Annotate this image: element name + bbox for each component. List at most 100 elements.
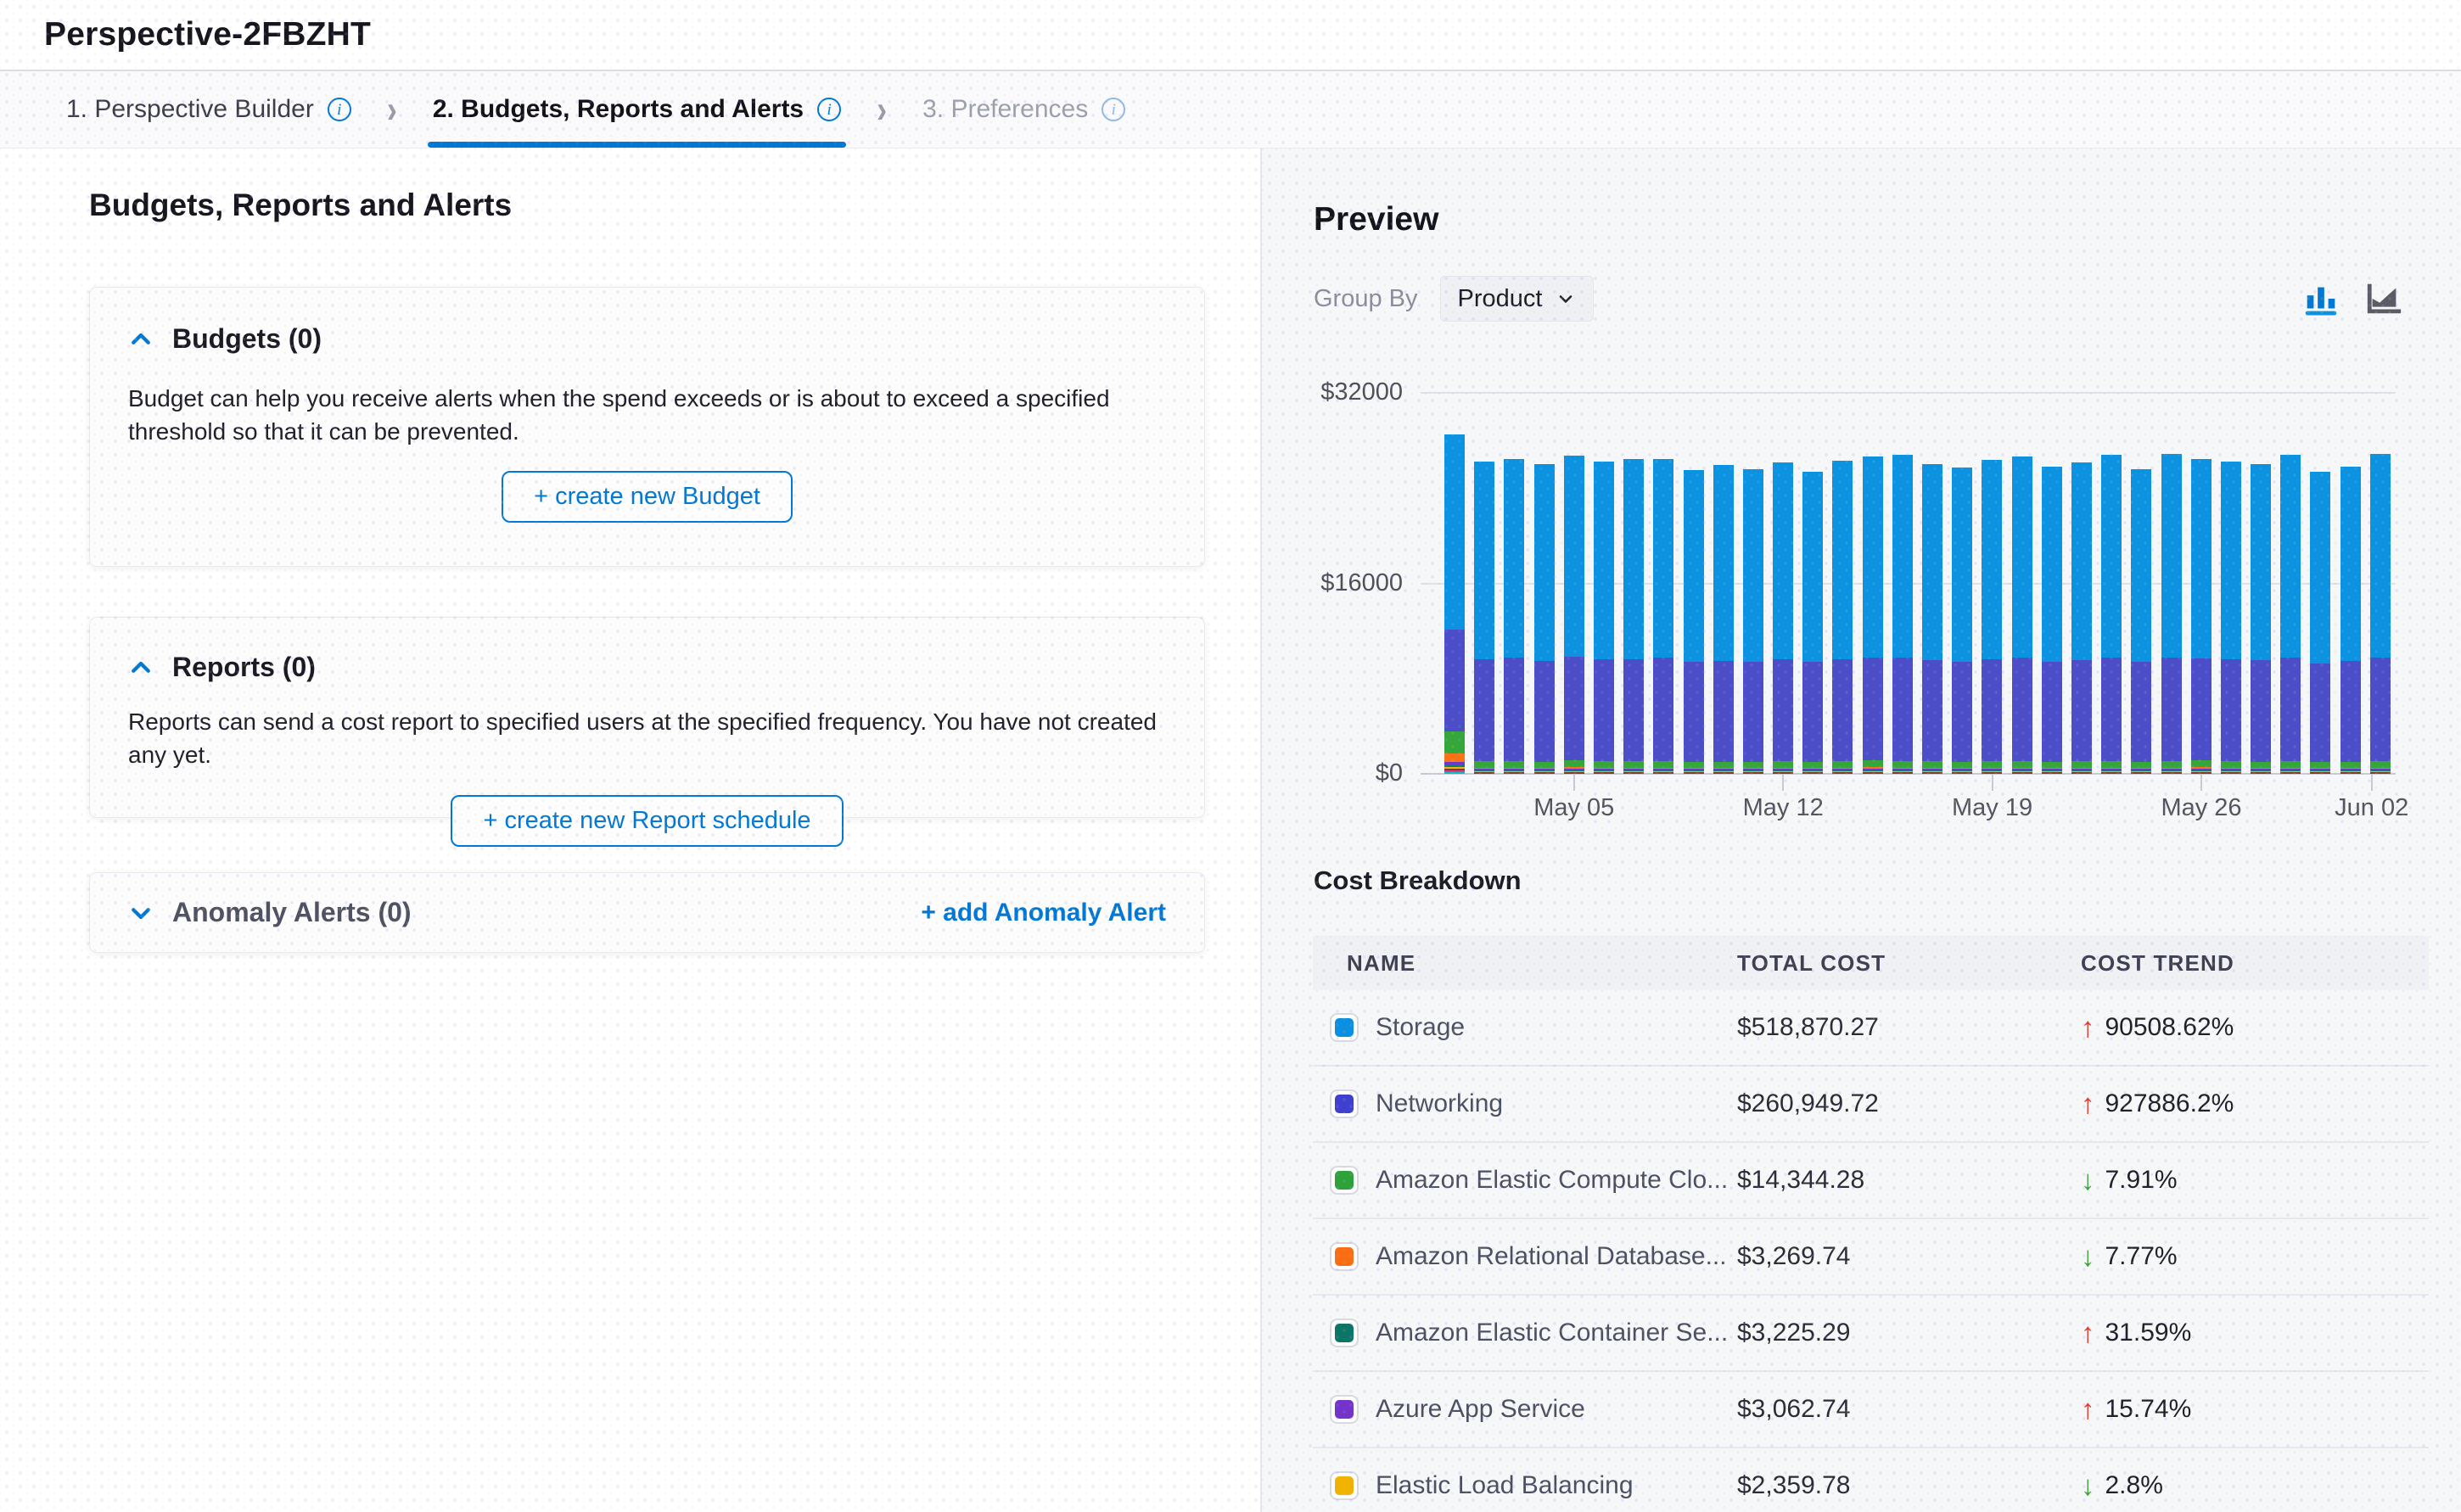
row-total-cost: $3,062.74 xyxy=(1737,1395,2081,1424)
budgets-card-header[interactable]: Budgets (0) xyxy=(90,288,1204,355)
chart-bar[interactable] xyxy=(1444,434,1465,774)
create-budget-button[interactable]: + create new Budget xyxy=(502,471,793,523)
tab-perspective-builder[interactable]: 1. Perspective Builder i xyxy=(66,71,351,148)
chart-bar[interactable] xyxy=(1863,456,1883,774)
row-trend-value: 2.8% xyxy=(2105,1471,2163,1500)
chevron-down-icon[interactable] xyxy=(128,900,154,926)
bar-segment-storage xyxy=(1474,462,1494,659)
chevron-up-icon[interactable] xyxy=(128,655,154,680)
legend-swatch xyxy=(1335,1018,1354,1037)
chart-bar[interactable] xyxy=(2251,464,2271,774)
bar-segment-storage xyxy=(2042,467,2062,662)
bar-segment-ec2 xyxy=(1952,762,1972,769)
info-icon[interactable]: i xyxy=(1102,98,1125,121)
chart-bar[interactable] xyxy=(2221,462,2241,774)
bar-segment-networking xyxy=(1534,661,1555,762)
tab-preferences[interactable]: 3. Preferences i xyxy=(922,71,1125,148)
bar-segment-networking xyxy=(1863,658,1883,760)
bar-segment-storage xyxy=(2221,462,2241,659)
row-trend-value: 927886.2% xyxy=(2105,1089,2234,1118)
bar-segment-networking xyxy=(2251,660,2271,761)
chart-bar[interactable] xyxy=(2131,469,2151,774)
chart-bar[interactable] xyxy=(1832,461,1853,774)
chart-bar[interactable] xyxy=(1952,468,1972,774)
reports-description: Reports can send a cost report to specif… xyxy=(90,705,1204,771)
bar-segment-ec2 xyxy=(2191,760,2212,767)
row-trend-cell: ↑ 15.74% xyxy=(2081,1393,2429,1425)
group-by-select[interactable]: Product xyxy=(1440,276,1595,322)
table-row[interactable]: Elastic Load Balancing $2,359.78 ↓ 2.8% xyxy=(1313,1448,2429,1512)
table-row[interactable]: Storage $518,870.27 ↑ 90508.62% xyxy=(1313,990,2429,1067)
row-trend-cell: ↓ 2.8% xyxy=(2081,1470,2429,1502)
chart-bar[interactable] xyxy=(2280,455,2301,774)
bar-segment-storage xyxy=(1653,459,1673,658)
chart-bar[interactable] xyxy=(1653,459,1673,774)
add-anomaly-alert-link[interactable]: + add Anomaly Alert xyxy=(921,899,1166,927)
bar-segment-networking xyxy=(1802,662,1823,762)
legend-swatch xyxy=(1335,1095,1354,1113)
chart-bar[interactable] xyxy=(1713,465,1734,774)
chart-bar[interactable] xyxy=(1892,455,1913,774)
chart-bar[interactable] xyxy=(2340,467,2361,774)
create-report-schedule-button[interactable]: + create new Report schedule xyxy=(451,795,843,847)
chart-bar[interactable] xyxy=(2370,454,2391,774)
x-tick: Jun 02 xyxy=(2372,774,2373,791)
row-name-cell: Amazon Elastic Container Se... xyxy=(1313,1319,1737,1347)
table-header-row: NAME TOTAL COST COST TREND xyxy=(1313,936,2429,990)
table-row[interactable]: Amazon Elastic Compute Clo... $14,344.28… xyxy=(1313,1143,2429,1219)
chart-bar[interactable] xyxy=(1474,462,1494,774)
chart-bar[interactable] xyxy=(1504,459,1524,774)
bar-segment-storage xyxy=(2251,464,2271,661)
row-name: Storage xyxy=(1376,1013,1465,1042)
bar-segment-storage xyxy=(2191,459,2212,658)
cost-breakdown-table: NAME TOTAL COST COST TREND Storage $518,… xyxy=(1313,936,2429,1512)
table-row[interactable]: Azure App Service $3,062.74 ↑ 15.74% xyxy=(1313,1372,2429,1448)
reports-card-header[interactable]: Reports (0) xyxy=(90,618,1204,683)
info-icon[interactable]: i xyxy=(328,98,351,121)
bar-segment-ec2 xyxy=(1892,761,1913,768)
x-tick-label: May 12 xyxy=(1743,794,1824,822)
group-by-label: Group By xyxy=(1314,285,1418,313)
anomaly-alerts-card: Anomaly Alerts (0) + add Anomaly Alert xyxy=(89,872,1205,953)
tab-budgets-reports-alerts[interactable]: 2. Budgets, Reports and Alerts i xyxy=(433,71,841,148)
chart-bar[interactable] xyxy=(1922,464,1942,774)
table-row[interactable]: Networking $260,949.72 ↑ 927886.2% xyxy=(1313,1067,2429,1143)
bar-chart-icon[interactable] xyxy=(2301,279,2340,318)
chart-bar[interactable] xyxy=(1594,462,1614,774)
chart-bar[interactable] xyxy=(1564,456,1584,774)
row-name-cell: Networking xyxy=(1313,1089,1737,1118)
info-icon[interactable]: i xyxy=(817,98,841,121)
area-chart-icon[interactable] xyxy=(2364,279,2403,318)
row-trend-cell: ↓ 7.77% xyxy=(2081,1240,2429,1273)
reports-card: Reports (0) Reports can send a cost repo… xyxy=(89,617,1205,818)
chart-bar[interactable] xyxy=(2042,467,2062,774)
chart-bar[interactable] xyxy=(2101,455,2122,774)
bar-segment-networking xyxy=(2131,662,2151,762)
chart-bar[interactable] xyxy=(1623,459,1644,774)
chart-bar[interactable] xyxy=(2161,454,2182,774)
row-name: Amazon Relational Database... xyxy=(1376,1242,1727,1271)
chart-bar[interactable] xyxy=(2191,459,2212,774)
bar-segment-networking xyxy=(2101,658,2122,761)
chart-bar[interactable] xyxy=(2071,462,2092,774)
bar-segment-ec2 xyxy=(1832,761,1853,768)
chart-bar[interactable] xyxy=(1773,462,1793,774)
chart-bar[interactable] xyxy=(1534,464,1555,774)
chart-bar[interactable] xyxy=(1982,460,2002,774)
chart-bar[interactable] xyxy=(1802,472,1823,774)
table-row[interactable]: Amazon Relational Database... $3,269.74 … xyxy=(1313,1219,2429,1296)
y-tick-label: $32000 xyxy=(1320,378,1403,406)
table-row[interactable]: Amazon Elastic Container Se... $3,225.29… xyxy=(1313,1296,2429,1372)
y-tick-label: $0 xyxy=(1376,759,1403,787)
chart-bar[interactable] xyxy=(2310,472,2330,774)
legend-chip xyxy=(1330,1471,1359,1500)
chevron-up-icon[interactable] xyxy=(128,327,154,352)
chart-type-toggle xyxy=(2301,279,2403,318)
chart-bar[interactable] xyxy=(1743,469,1763,774)
bar-segment-storage xyxy=(2340,467,2361,661)
chart-bar[interactable] xyxy=(2012,456,2032,774)
x-tick: May 26 xyxy=(2201,774,2202,791)
legend-chip xyxy=(1330,1013,1359,1042)
tab-label: 2. Budgets, Reports and Alerts xyxy=(433,95,804,124)
chart-bar[interactable] xyxy=(1684,470,1704,774)
